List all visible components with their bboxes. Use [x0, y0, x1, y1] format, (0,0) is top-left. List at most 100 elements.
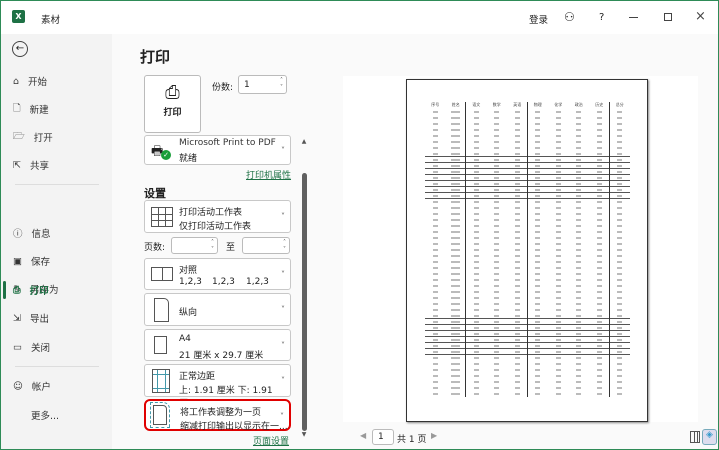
preview-cell	[507, 369, 528, 371]
sidebar-item-more[interactable]: 更多...	[31, 406, 59, 424]
maximize-icon[interactable]	[664, 13, 672, 21]
preview-cell	[466, 135, 487, 137]
preview-cell	[548, 309, 569, 311]
feedback-icon[interactable]: ⚇	[564, 10, 575, 24]
pages-to-input[interactable]: ˄ ˅	[242, 237, 290, 254]
print-scope-dropdown[interactable]: 打印活动工作表 仅打印活动工作表 ˅	[144, 200, 291, 233]
preview-cell	[446, 117, 467, 119]
help-button[interactable]: ?	[599, 12, 604, 23]
preview-cell	[446, 350, 467, 353]
preview-cell	[466, 297, 487, 299]
sidebar-item-info[interactable]: ⓘ 信息	[13, 224, 51, 242]
show-margins-icon[interactable]	[690, 431, 700, 443]
home-icon: ⌂	[13, 75, 20, 87]
back-arrow-icon[interactable]: ←	[12, 41, 28, 57]
preview-cell	[425, 182, 446, 185]
chevron-down-icon: ˅	[281, 341, 285, 350]
settings-scrollbar[interactable]: ▲ ▼	[300, 138, 308, 448]
preview-cell	[569, 369, 590, 371]
pages-from-input[interactable]: ˄ ˅	[171, 237, 218, 254]
scroll-up-icon[interactable]: ▲	[300, 138, 308, 145]
chevron-down-icon: ˅	[280, 412, 284, 421]
preview-cell	[548, 123, 569, 125]
scroll-thumb[interactable]	[301, 173, 307, 431]
preview-cell	[610, 375, 631, 377]
preview-cell	[487, 387, 508, 389]
preview-cell	[507, 225, 528, 227]
preview-cell	[569, 164, 590, 167]
preview-cell	[610, 314, 631, 317]
printer-dropdown[interactable]: 🖶 ✓ Microsoft Print to PDF 就绪 ˅	[144, 135, 291, 165]
sidebar-item-close[interactable]: ▭ 关闭	[13, 338, 50, 356]
margins-dropdown[interactable]: 正常边距 上: 1.91 厘米 下: 1.91 厘... ˅	[144, 364, 291, 409]
preview-cell	[487, 303, 508, 305]
preview-cell	[466, 261, 487, 263]
preview-cell	[487, 285, 508, 287]
scaling-dropdown[interactable]: 将工作表调整为一页 缩减打印输出以显示在一... ˅	[144, 399, 291, 432]
preview-cell	[548, 225, 569, 227]
preview-cell	[446, 111, 467, 113]
preview-cell	[569, 332, 590, 335]
preview-cell	[528, 273, 549, 275]
preview-cell	[610, 363, 631, 365]
orientation-dropdown[interactable]: 纵向 ˅	[144, 293, 291, 326]
preview-cell	[425, 309, 446, 311]
next-page-icon[interactable]: ▶	[431, 431, 437, 440]
preview-cell	[528, 338, 549, 341]
preview-cell	[569, 117, 590, 119]
preview-cell	[487, 255, 508, 257]
preview-cell	[425, 111, 446, 113]
preview-cell	[589, 201, 610, 203]
sidebar-item-account[interactable]: ☺ 帐户	[13, 377, 51, 395]
pages-from-spinner[interactable]: ˄ ˅	[211, 239, 214, 253]
preview-cell	[589, 285, 610, 287]
page-number-input[interactable]: 1	[372, 429, 394, 445]
sign-in-button[interactable]: 登录	[529, 12, 548, 26]
portrait-page-icon	[154, 298, 169, 322]
preview-cell	[528, 207, 549, 209]
prev-page-icon[interactable]: ◀	[360, 431, 366, 440]
preview-cell	[425, 338, 446, 341]
preview-cell	[425, 350, 446, 353]
print-button[interactable]: ⎙ 打印	[144, 75, 201, 133]
preview-cell	[589, 164, 610, 167]
sidebar-item-open[interactable]: 🗁 打开	[13, 128, 53, 146]
preview-cell	[528, 201, 549, 203]
sidebar-item-export[interactable]: ⇲ 导出	[13, 309, 49, 327]
preview-cell	[507, 141, 528, 143]
preview-cell	[425, 129, 446, 131]
copies-spinner[interactable]: ˄ ˅	[280, 77, 283, 91]
preview-cell	[446, 393, 467, 395]
preview-cell	[528, 393, 549, 395]
printer-properties-link[interactable]: 打印机属性	[246, 168, 291, 181]
preview-cell	[589, 147, 610, 149]
preview-cell	[446, 255, 467, 257]
sidebar-item-save[interactable]: ▣ 保存	[13, 252, 50, 270]
preview-cell	[466, 357, 487, 359]
sidebar-item-home[interactable]: ⌂ 开始	[13, 72, 47, 90]
scroll-down-icon[interactable]: ▼	[300, 431, 308, 438]
preview-cell	[487, 164, 508, 167]
minimize-icon[interactable]	[629, 17, 638, 18]
sidebar-item-print[interactable]: ⎙ 打印	[13, 281, 49, 299]
preview-cell	[569, 320, 590, 323]
collate-dropdown[interactable]: 对照 1,2,3 1,2,3 1,2,3 ˅	[144, 258, 291, 290]
preview-cell	[569, 285, 590, 287]
preview-cell	[425, 267, 446, 269]
page-setup-link[interactable]: 页面设置	[253, 434, 289, 447]
preview-cell	[425, 279, 446, 281]
close-icon[interactable]: ×	[695, 9, 706, 24]
sidebar-item-share[interactable]: ⇱ 共享	[13, 156, 49, 174]
zoom-to-page-icon[interactable]: ◈	[702, 429, 717, 445]
preview-cell	[569, 243, 590, 245]
chevron-down-icon: ˅	[281, 376, 285, 385]
preview-cell	[548, 381, 569, 383]
preview-cell	[528, 297, 549, 299]
preview-cell	[589, 344, 610, 347]
sidebar-item-new[interactable]: 🗋 新建	[13, 100, 49, 118]
preview-cell	[446, 357, 467, 359]
pages-to-spinner[interactable]: ˄ ˅	[283, 239, 286, 253]
paper-size-dropdown[interactable]: A4 21 厘米 x 29.7 厘米 ˅	[144, 329, 291, 361]
preview-cell	[610, 261, 631, 263]
copies-input[interactable]: 1 ˄ ˅	[238, 75, 287, 94]
